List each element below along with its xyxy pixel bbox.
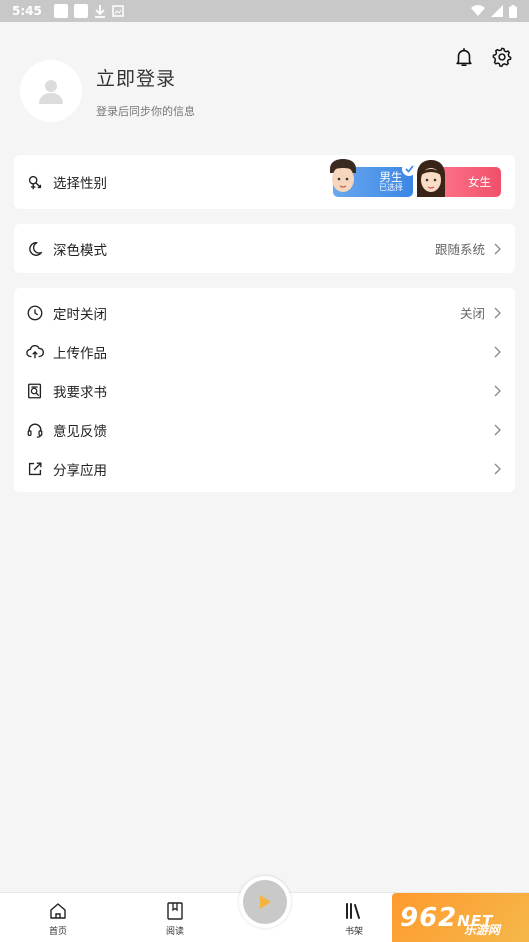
female-button[interactable]: 女生 <box>417 160 501 197</box>
menu-item-value: 关闭 <box>459 306 485 321</box>
menu-item-timer[interactable]: 定时关闭 关闭 <box>14 293 515 332</box>
menu-item-share[interactable]: 分享应用 <box>14 449 515 488</box>
chevron-right-icon <box>494 307 501 318</box>
watermark-number: 962 <box>400 902 458 933</box>
check-icon <box>402 162 416 176</box>
avatar[interactable] <box>20 60 82 122</box>
male-selected-label: 已选择 <box>379 182 403 192</box>
nav-home-label: 首页 <box>48 927 67 937</box>
moon-icon <box>29 241 42 256</box>
gender-card: 选择性别 男生 已选择 女生 <box>14 155 515 209</box>
chevron-right-icon <box>494 463 501 474</box>
nav-shelf-label: 书架 <box>344 927 363 937</box>
bookshelf-icon <box>346 903 360 919</box>
nav-read-label: 阅读 <box>165 927 184 937</box>
chevron-right-icon <box>494 385 501 396</box>
signal-icon <box>491 5 503 17</box>
home-icon <box>50 903 66 919</box>
battery-icon <box>509 4 517 18</box>
login-subtitle: 登录后同步你的信息 <box>96 104 195 118</box>
profile-header[interactable]: 立即登录 登录后同步你的信息 <box>20 60 195 122</box>
gear-icon[interactable] <box>491 46 513 68</box>
audio-play-button[interactable] <box>239 876 291 928</box>
play-icon <box>260 895 271 909</box>
gender-row: 选择性别 男生 已选择 女生 <box>14 155 515 209</box>
nav-read[interactable]: 阅读 <box>150 901 200 937</box>
chevron-right-icon <box>494 346 501 357</box>
download-icon <box>94 5 105 18</box>
status-bar: 5:45 <box>0 0 529 22</box>
menu-item-label: 我要求书 <box>53 384 107 401</box>
image-icon <box>112 5 124 17</box>
notification-icon <box>73 4 88 18</box>
nav-shelf[interactable]: 书架 <box>329 901 379 937</box>
female-avatar-icon <box>417 160 445 197</box>
menu-item-label: 分享应用 <box>53 462 107 479</box>
menu-card: 定时关闭 关闭 上传作品 我要求书 意见反馈 分享应用 <box>14 288 515 492</box>
female-label: 女生 <box>468 174 491 189</box>
menu-item-request-book[interactable]: 我要求书 <box>14 371 515 410</box>
menu-item-feedback[interactable]: 意见反馈 <box>14 410 515 449</box>
bell-icon[interactable] <box>453 46 475 68</box>
watermark-logo: 962NET 乐游网 <box>392 893 529 942</box>
status-time: 5:45 <box>12 4 42 18</box>
dark-mode-value: 跟随系统 <box>434 242 485 257</box>
clock-icon <box>27 305 43 320</box>
dark-mode-label: 深色模式 <box>53 242 107 259</box>
login-title[interactable]: 立即登录 <box>96 64 195 91</box>
male-button[interactable]: 男生 已选择 <box>330 159 416 197</box>
menu-item-label: 定时关闭 <box>53 306 107 323</box>
male-avatar-icon <box>330 159 356 192</box>
headset-icon <box>27 422 43 438</box>
dark-mode-card: 深色模式 跟随系统 <box>14 224 515 273</box>
wifi-icon <box>471 5 485 17</box>
menu-item-label: 意见反馈 <box>53 423 107 440</box>
book-icon <box>167 902 183 920</box>
book-search-icon <box>28 383 42 398</box>
share-icon <box>28 461 42 475</box>
gender-icon <box>28 175 42 190</box>
nav-home[interactable]: 首页 <box>33 901 83 937</box>
cloud-upload-icon <box>26 344 44 358</box>
watermark-text: 乐游网 <box>464 923 501 937</box>
gender-label: 选择性别 <box>53 176 107 192</box>
user-icon <box>39 80 63 104</box>
chevron-right-icon <box>494 243 501 254</box>
menu-item-upload[interactable]: 上传作品 <box>14 332 515 371</box>
menu-item-label: 上传作品 <box>53 345 107 362</box>
chevron-right-icon <box>494 424 501 435</box>
dark-mode-row[interactable]: 深色模式 跟随系统 <box>14 224 515 273</box>
notification-icon <box>53 4 68 18</box>
